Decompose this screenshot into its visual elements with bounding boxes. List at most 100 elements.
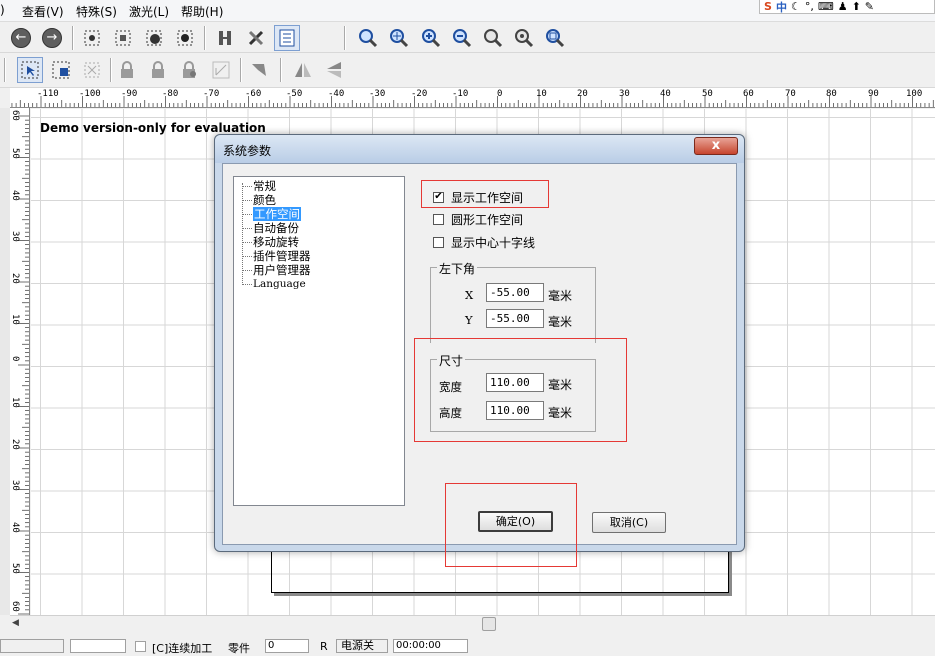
fill-select-icon [146, 30, 162, 46]
ruler-label: 10 [10, 397, 20, 408]
settings-tree[interactable]: 常规 颜色 工作空间 自动备份 移动旋转 插件管理器 用户管理器 Languag… [233, 176, 405, 506]
continuous-checkbox[interactable] [135, 641, 146, 652]
highlight-ok-button [445, 483, 577, 567]
show-crosshair-option[interactable]: 显示中心十字线 [433, 234, 535, 250]
menu-item-laser[interactable]: 激光(L) [129, 3, 169, 20]
ime-lang[interactable]: 中 [776, 0, 787, 15]
tree-item-user-manager[interactable]: 用户管理器 [242, 264, 311, 277]
parameters-button[interactable] [274, 25, 300, 51]
dialog-titlebar[interactable]: 系统参数 x [215, 135, 744, 163]
keyboard-icon[interactable]: ⌨ [818, 0, 834, 13]
parts-counter[interactable]: 0 [265, 639, 309, 653]
ruler-label: -40 [328, 89, 345, 99]
toolbar-separator [4, 58, 6, 82]
unlock-all-button[interactable] [176, 57, 202, 83]
scrollbar-thumb[interactable] [482, 617, 496, 631]
ruler-label: 0 [10, 356, 20, 362]
tree-item-workspace[interactable]: 工作空间 [242, 207, 301, 221]
ruler-label: 30 [10, 231, 20, 242]
align-button[interactable] [212, 25, 238, 51]
zoom-workspace-button[interactable] [511, 25, 537, 51]
ruler-label: 50 [10, 563, 20, 574]
parts-label: 零件 [228, 642, 250, 655]
punctuation-icon[interactable]: °, [805, 0, 814, 13]
zoom-workspace-icon [515, 29, 534, 48]
ruler-label: -10 [452, 89, 469, 99]
tree-item-general[interactable]: 常规 [242, 180, 276, 193]
y-input[interactable]: -55.00 [486, 309, 544, 328]
reset-icon[interactable]: R [320, 640, 328, 653]
show-crosshair-label: 显示中心十字线 [451, 235, 536, 250]
unlock-all-icon [183, 61, 196, 78]
arrow-left-icon: ← [11, 28, 31, 48]
highlight-size-group [414, 338, 627, 442]
ime-toolbar[interactable]: S 中 ☾ °, ⌨ ♟ ⬆ ✎ [759, 0, 935, 14]
rotate-button[interactable] [246, 57, 272, 83]
zoom-all-icon [484, 29, 503, 48]
zoom-page-button[interactable] [542, 25, 568, 51]
ruler-label: 20 [10, 273, 20, 284]
toolbar-separator [72, 26, 74, 50]
shirt-icon[interactable]: ⬆ [852, 0, 861, 13]
circle-workspace-label: 圆形工作空间 [451, 212, 524, 227]
menu-item-help[interactable]: 帮助(H) [181, 3, 223, 20]
show-crosshair-checkbox[interactable] [433, 236, 444, 248]
ruler-label: -20 [411, 89, 428, 99]
toolbar-separator [110, 58, 112, 82]
select-node-button[interactable] [79, 25, 105, 51]
zoom-out-button[interactable] [449, 25, 475, 51]
lock-button[interactable] [114, 57, 140, 83]
zoom-in-button[interactable] [418, 25, 444, 51]
coordinate-button[interactable] [208, 57, 234, 83]
tree-item-autobackup[interactable]: 自动备份 [242, 222, 299, 235]
select-group-button[interactable] [110, 25, 136, 51]
unlock-button[interactable] [145, 57, 171, 83]
menu-item-view[interactable]: 查看(V) [22, 3, 64, 20]
zoom-in-icon [422, 29, 441, 48]
menu-item-file-partial[interactable]: ) [0, 3, 5, 17]
forward-button[interactable]: → [39, 25, 65, 51]
mirror-vertical-button[interactable] [321, 57, 347, 83]
object-select-icon [177, 30, 193, 46]
user-icon[interactable]: ♟ [838, 0, 848, 13]
select-arrow-icon [21, 61, 39, 79]
cancel-button[interactable]: 取消(C) [592, 512, 666, 533]
moon-icon[interactable]: ☾ [791, 0, 801, 13]
highlight-show-workspace [421, 180, 549, 208]
tools-icon [248, 30, 264, 46]
circle-workspace-checkbox[interactable] [433, 213, 444, 225]
tree-item-color[interactable]: 颜色 [242, 194, 276, 207]
mirror-vertical-icon [327, 62, 341, 78]
fill-select-button[interactable] [141, 25, 167, 51]
select-mode-button[interactable] [17, 57, 43, 83]
close-button[interactable]: x [694, 137, 738, 155]
tree-item-plugin-manager[interactable]: 插件管理器 [242, 250, 311, 263]
ruler-label: -110 [37, 89, 59, 99]
group-mode-button[interactable] [48, 57, 74, 83]
ruler-label: 20 [10, 439, 20, 450]
tree-item-move-rotate[interactable]: 移动旋转 [242, 236, 299, 249]
x-input[interactable]: -55.00 [486, 283, 544, 302]
tools-button[interactable] [243, 25, 269, 51]
power-status[interactable]: 电源关 [336, 639, 388, 653]
ruler-label: 90 [868, 89, 879, 99]
mirror-horizontal-button[interactable] [290, 57, 316, 83]
circle-workspace-option[interactable]: 圆形工作空间 [433, 211, 523, 227]
zoom-button[interactable] [355, 25, 381, 51]
horizontal-scrollbar[interactable]: ◀ [10, 615, 935, 632]
tree-item-language[interactable]: Language [242, 278, 306, 291]
object-select-button[interactable] [172, 25, 198, 51]
zoom-all-button[interactable] [480, 25, 506, 51]
wrench-icon[interactable]: ✎ [865, 0, 874, 13]
zoom-select-button[interactable] [386, 25, 412, 51]
ruler-label: -50 [286, 89, 303, 99]
menu-item-special[interactable]: 特殊(S) [76, 3, 117, 20]
ungroup-button[interactable] [79, 57, 105, 83]
ruler-label: -80 [162, 89, 179, 99]
back-button[interactable]: ← [8, 25, 34, 51]
edit-toolbar [0, 55, 935, 88]
ruler-label: 60 [10, 601, 20, 612]
y-label: Y [465, 313, 473, 327]
scroll-left-icon[interactable]: ◀ [12, 618, 19, 628]
main-toolbar: ← → [0, 23, 935, 53]
